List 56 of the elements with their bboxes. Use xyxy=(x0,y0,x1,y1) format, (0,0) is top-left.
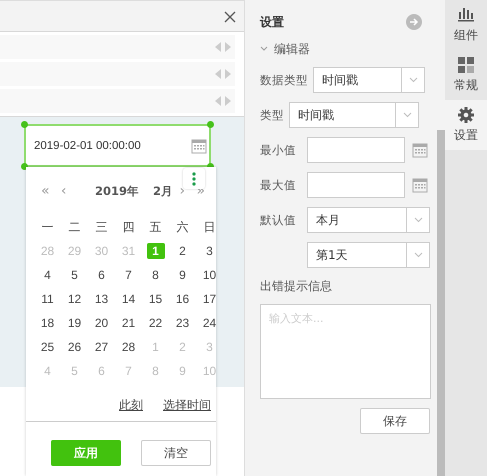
day-cell[interactable]: 9 xyxy=(174,267,192,283)
weekday-label: 一 xyxy=(42,218,54,236)
day-cell[interactable]: 19 xyxy=(66,315,84,331)
day-cell[interactable]: 2 xyxy=(174,243,192,259)
weekday-label: 五 xyxy=(150,218,162,236)
day-cell[interactable]: 20 xyxy=(92,315,110,331)
day-cell[interactable]: 28 xyxy=(120,339,138,355)
year-label[interactable]: 2019年 xyxy=(94,184,139,198)
select-field[interactable]: 本月 xyxy=(307,207,430,233)
day-cell[interactable]: 4 xyxy=(38,267,56,283)
select-field[interactable]: 第1天 xyxy=(307,242,430,268)
weekday-label: 二 xyxy=(68,218,80,236)
field-label: 最小值 xyxy=(260,142,297,158)
field-label: 默认值 xyxy=(260,212,297,228)
day-cell[interactable]: 8 xyxy=(146,267,164,283)
save-button[interactable]: 保存 xyxy=(360,408,430,434)
panel-title: 设置 xyxy=(260,14,284,30)
day-cell[interactable]: 25 xyxy=(38,339,56,355)
field-label: 最大值 xyxy=(260,178,297,192)
day-cell[interactable]: 15 xyxy=(146,291,164,307)
link[interactable]: 此刻 xyxy=(119,397,143,414)
day-cell[interactable]: 17 xyxy=(200,291,218,307)
side-tab[interactable]: 设置 xyxy=(445,100,487,150)
side-tab[interactable]: 常规 xyxy=(445,50,487,100)
field-label: 类型 xyxy=(260,108,284,122)
day-cell[interactable]: 24 xyxy=(200,315,218,331)
field-label: 数据类型 xyxy=(260,72,308,88)
weekday-label: 六 xyxy=(176,218,188,236)
day-cell[interactable]: 3 xyxy=(200,243,218,259)
day-cell[interactable]: 21 xyxy=(120,315,138,331)
date-field[interactable]: 2019-02-01 00:00:00 xyxy=(24,124,211,167)
day-cell[interactable]: 12 xyxy=(66,291,84,307)
day-cell[interactable]: 11 xyxy=(38,291,56,307)
day-cell[interactable]: 10 xyxy=(200,267,218,283)
day-cell[interactable]: 27 xyxy=(92,339,110,355)
weekday-label: 四 xyxy=(122,218,134,236)
link[interactable]: 选择时间 xyxy=(163,397,211,414)
weekday-label: 三 xyxy=(96,218,108,236)
day-cell[interactable]: 22 xyxy=(146,315,164,331)
select-field[interactable]: 时间戳 xyxy=(289,102,419,128)
field-label: 出错提示信息 xyxy=(260,278,332,295)
clear-button[interactable]: 清空 xyxy=(141,440,211,466)
day-cell[interactable]: 6 xyxy=(92,267,110,283)
day-cell[interactable]: 16 xyxy=(174,291,192,307)
weekday-label: 日 xyxy=(204,218,216,236)
section-header[interactable]: 编辑器 xyxy=(260,38,310,60)
day-cell[interactable]: 13 xyxy=(92,291,110,307)
day-cell[interactable]: 23 xyxy=(174,315,192,331)
day-cell[interactable]: 18 xyxy=(38,315,56,331)
day-cell[interactable]: 26 xyxy=(66,339,84,355)
day-cell[interactable]: 7 xyxy=(120,267,138,283)
day-cell[interactable]: 5 xyxy=(66,267,84,283)
side-tab[interactable]: 组件 xyxy=(445,0,487,50)
day-cell[interactable]: 14 xyxy=(120,291,138,307)
select-field[interactable]: 时间戳 xyxy=(313,67,425,93)
month-label[interactable]: 2月 xyxy=(152,184,173,198)
